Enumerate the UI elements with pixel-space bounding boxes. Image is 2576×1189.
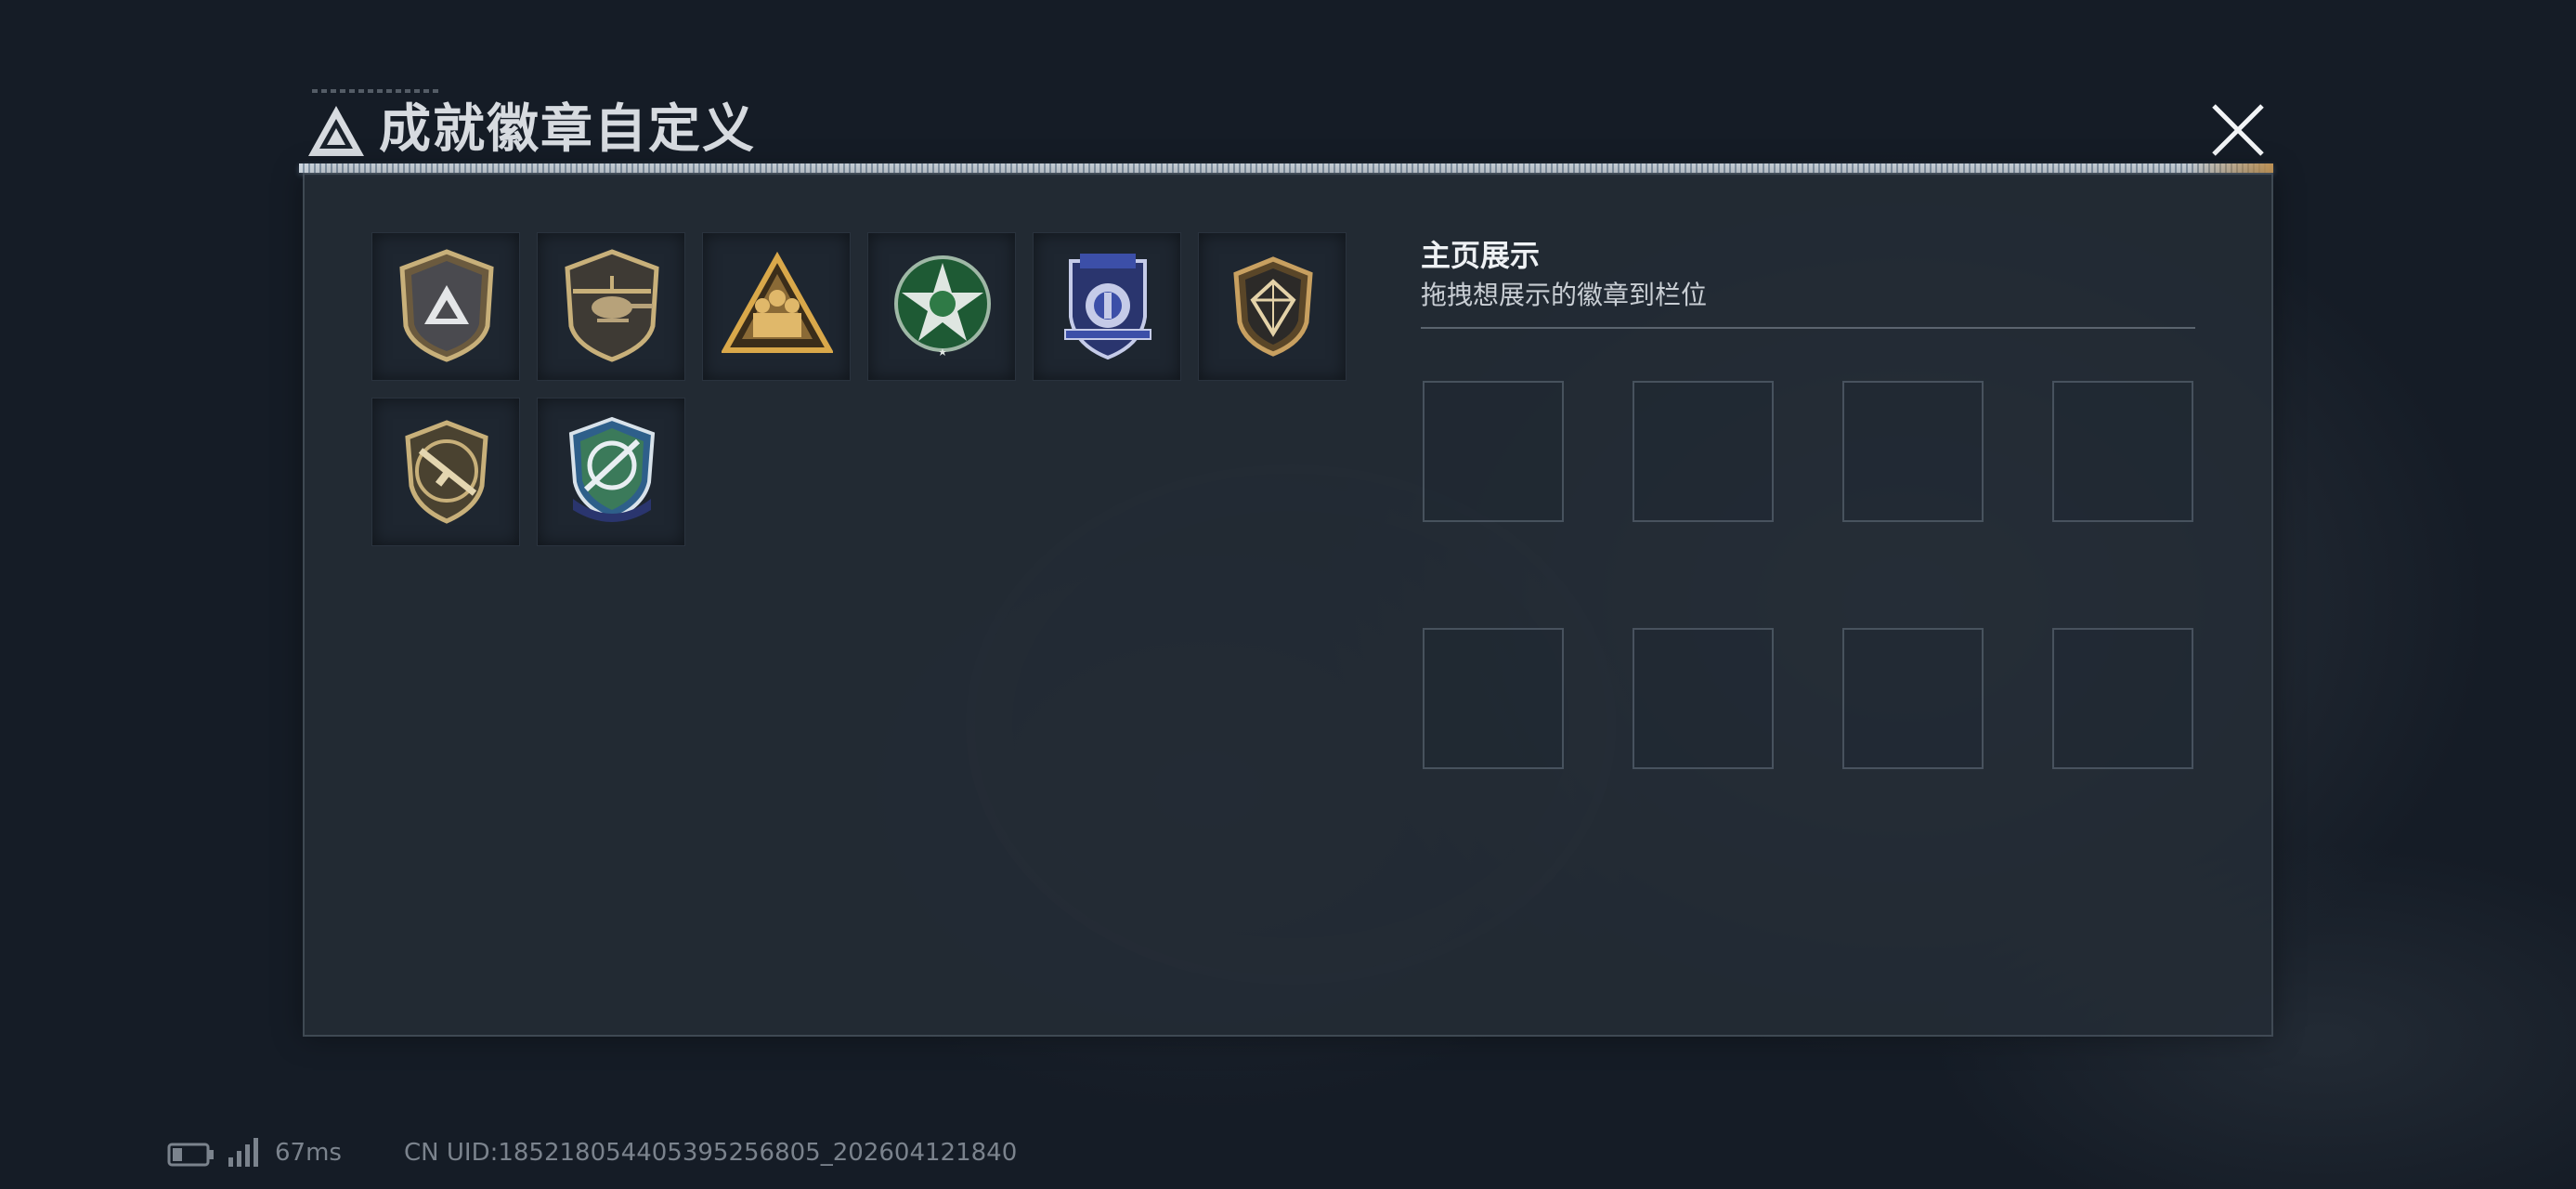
display-slot[interactable]	[1423, 381, 1564, 522]
badge-item[interactable]	[1198, 232, 1347, 381]
display-slot[interactable]	[2052, 628, 2193, 769]
blue-police-badge-icon	[1064, 254, 1151, 360]
helicopter-shield-badge-icon	[565, 249, 659, 362]
display-slot[interactable]	[1842, 628, 1984, 769]
title-underline-accent	[2190, 163, 2273, 173]
badge-item[interactable]	[702, 232, 851, 381]
display-slot[interactable]	[2052, 381, 2193, 522]
triangle-logo-icon	[308, 106, 364, 156]
display-section-divider	[1421, 327, 2195, 329]
badge-item[interactable]	[537, 398, 685, 546]
display-slot[interactable]	[1423, 628, 1564, 769]
rifle-emblem-badge-icon	[405, 420, 488, 524]
green-star-badge-icon	[894, 255, 991, 356]
badge-item[interactable]	[371, 398, 520, 546]
display-slot[interactable]	[1633, 381, 1774, 522]
ping-readout: 67ms	[275, 1139, 342, 1167]
display-section-subtitle: 拖拽想展示的徽章到栏位	[1421, 280, 1708, 310]
gem-shield-badge-icon	[1233, 256, 1313, 357]
badge-item[interactable]	[1033, 232, 1181, 381]
badge-item[interactable]	[537, 232, 685, 381]
display-section-heading: 主页展示	[1421, 238, 1541, 273]
screen: 成就徽章自定义 主页展示 拖拽想展示的徽章到栏位 67ms CN UID:185…	[0, 0, 2576, 1189]
close-icon[interactable]	[2205, 97, 2271, 163]
squad-triangle-badge-icon	[722, 251, 833, 353]
page-title: 成就徽章自定义	[379, 99, 756, 160]
badge-item[interactable]	[867, 232, 1016, 381]
uid-readout: CN UID:18521805440539525​6805_2026041218…	[404, 1139, 1018, 1167]
signal-icon	[228, 1138, 258, 1167]
badge-customize-panel: 主页展示 拖拽想展示的徽章到栏位	[303, 173, 2273, 1037]
display-slot[interactable]	[1633, 628, 1774, 769]
title-underline-decoration	[299, 163, 2273, 173]
battery-icon	[167, 1143, 214, 1167]
display-slot[interactable]	[1842, 381, 1984, 522]
title-bar: 成就徽章自定义	[299, 85, 2273, 175]
badge-item[interactable]	[371, 232, 520, 381]
crosshair-shield-badge-icon	[568, 416, 656, 522]
triangle-shield-badge-icon	[399, 249, 494, 362]
